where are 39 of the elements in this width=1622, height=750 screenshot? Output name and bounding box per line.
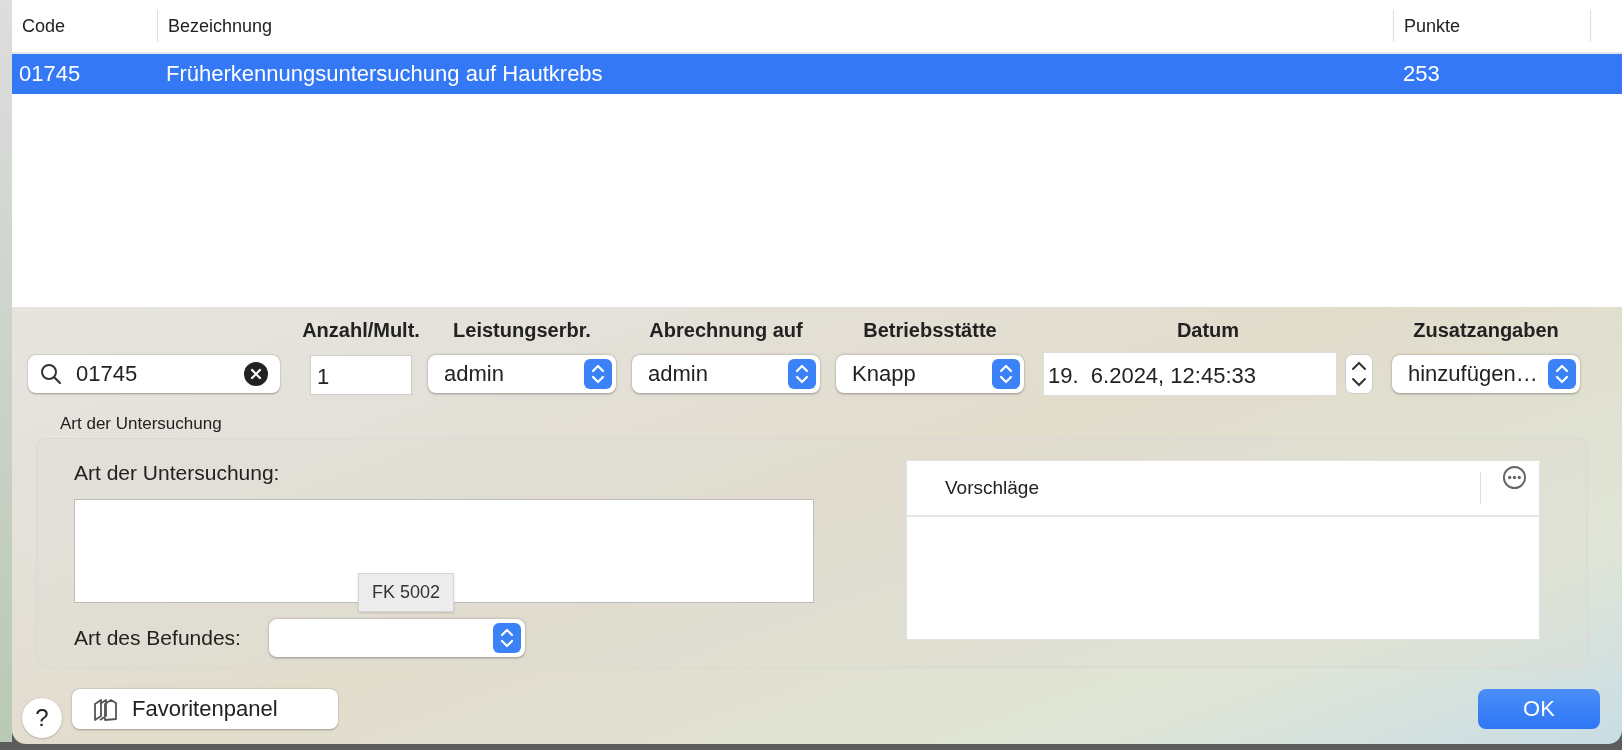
dropdown[interactable]: Knapp: [836, 355, 1024, 393]
search-field[interactable]: 01745: [28, 355, 280, 393]
table-cell-text: Früherkennungsuntersuchung auf Hautkrebs: [165, 61, 604, 87]
table-cell-text: 01745: [18, 61, 82, 87]
column-header[interactable]: Bezeichnung: [157, 10, 1393, 42]
chevron-icon: [492, 623, 521, 653]
chevron-icon: [992, 359, 1020, 389]
field-label: Leistungserbr.: [453, 319, 591, 343]
field-label: Datum: [1176, 319, 1240, 343]
ok-button[interactable]: OK: [1478, 689, 1600, 729]
field-label: Zusatzangaben: [1413, 319, 1559, 343]
dropdown[interactable]: [268, 619, 525, 657]
dropdown[interactable]: hinzufügen…: [1392, 355, 1580, 393]
field-label: Art des Befundes:: [74, 626, 241, 650]
field-label: Abrechnung auf: [649, 319, 803, 343]
table-cell-text: 253: [1402, 61, 1441, 87]
field-label: Betriebsstätte: [863, 319, 997, 343]
date-field[interactable]: 19. 6.2024, 12:45:33: [1043, 352, 1337, 396]
chevron-icon: [584, 359, 612, 389]
favorites-button[interactable]: Favoritenpanel: [72, 689, 338, 729]
help-button[interactable]: ?: [22, 698, 62, 738]
count-field[interactable]: 1: [310, 355, 412, 395]
stepper-icon[interactable]: [1345, 354, 1373, 394]
column-header[interactable]: Code: [12, 10, 157, 42]
table-row[interactable]: 01745 Früherkennungsuntersuchung auf Hautkrebs 253: [12, 54, 1622, 94]
group-title: Art der Untersuchung: [60, 414, 223, 434]
clear-icon[interactable]: [244, 362, 268, 386]
column-header[interactable]: Punkte: [1393, 10, 1590, 42]
dropdown[interactable]: admin: [428, 355, 616, 393]
chevron-icon: [1548, 359, 1576, 389]
tooltip: FK 5002: [358, 573, 455, 612]
more-icon[interactable]: [1502, 465, 1527, 490]
column-header[interactable]: Vorschläge: [945, 477, 1480, 499]
dropdown[interactable]: admin: [632, 355, 820, 393]
chevron-icon: [788, 359, 816, 389]
search-icon: [40, 363, 62, 385]
field-label: Art der Untersuchung:: [74, 461, 281, 485]
panels-icon: [92, 696, 118, 722]
field-label: Anzahl/Mult.: [302, 319, 420, 343]
